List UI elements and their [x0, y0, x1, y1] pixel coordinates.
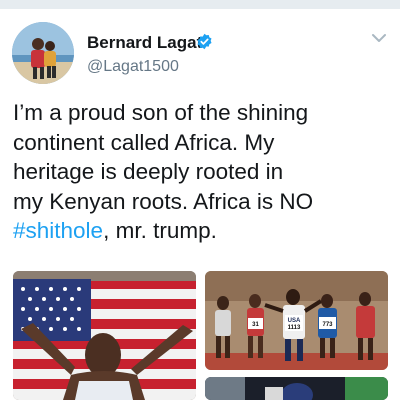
author-name[interactable]: Bernard Lagat — [87, 33, 202, 53]
tweet-text-line: #shithole, mr. trump. — [13, 216, 391, 246]
media-image-3 — [205, 377, 388, 400]
tweet-text: I’m a proud son of the shining continent… — [13, 98, 391, 246]
tweet-text-line: I’m a proud son of the shining — [13, 100, 309, 125]
author-handle[interactable]: @Lagat1500 — [87, 58, 179, 76]
tweet-view: Bernard Lagat @Lagat1500 I’m a proud son… — [0, 0, 400, 400]
photo-race-runners[interactable]: USA 1113 773 31 — [205, 271, 388, 370]
bib-number: 773 — [322, 322, 333, 328]
top-divider — [0, 0, 400, 9]
chevron-down-icon[interactable] — [370, 31, 388, 45]
avatar-photo — [12, 22, 74, 84]
photo-runner[interactable] — [205, 377, 388, 400]
tweet-text-tail: , mr. trump. — [103, 218, 217, 243]
photo-athlete-with-usa-flag[interactable] — [13, 271, 196, 400]
media-image-2: USA 1113 773 31 — [205, 271, 388, 370]
bib-number: 1113 — [288, 325, 301, 331]
tweet-text-line: my Kenyan roots. Africa is NO — [13, 188, 314, 214]
tweet-text-line: heritage is deeply rooted in — [13, 159, 284, 184]
media-image-1 — [13, 271, 196, 400]
bib-country: USA — [288, 318, 301, 324]
tweet-text-line: continent called Africa. My — [13, 129, 275, 155]
hashtag-link[interactable]: #shithole — [13, 218, 103, 243]
verified-badge-icon — [197, 33, 212, 50]
bib-number: 31 — [252, 322, 259, 328]
avatar[interactable] — [12, 22, 74, 84]
